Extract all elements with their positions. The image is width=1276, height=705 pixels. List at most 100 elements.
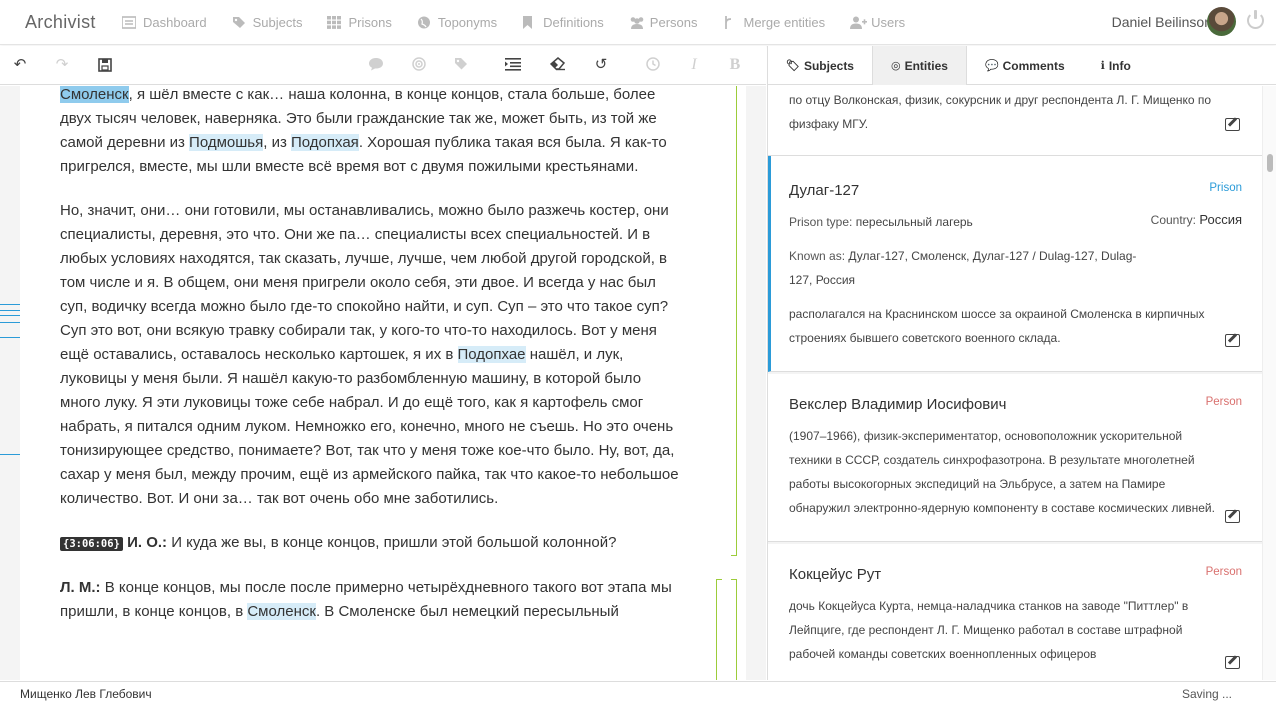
grid-icon — [327, 16, 342, 29]
nav-subjects-label: Subjects — [252, 15, 303, 30]
edit-icon[interactable] — [1225, 510, 1240, 523]
entity-card[interactable]: Кокцейус Рут Person дочь Кокцейуса Курта… — [768, 544, 1262, 680]
entity-mention[interactable]: Подопхая — [291, 134, 359, 151]
avatar[interactable] — [1207, 7, 1236, 36]
entity-mention[interactable]: Подопхае — [457, 346, 526, 363]
user-name[interactable]: Daniel Beilinson — [1112, 14, 1212, 30]
tab-label: Info — [1108, 58, 1131, 73]
target-icon[interactable] — [411, 57, 427, 73]
field-label: Known as: — [789, 249, 846, 263]
tag-icon[interactable] — [453, 57, 469, 73]
tab-label: Comments — [1002, 58, 1065, 73]
tab-label: Subjects — [803, 58, 854, 73]
nav-persons[interactable]: Persons — [629, 15, 698, 30]
brand-logo[interactable]: Archivist — [25, 12, 96, 33]
entity-card[interactable]: по отцу Волконская, физик, сокурсник и д… — [768, 86, 1262, 156]
transcript-text[interactable]: Смоленск, я шёл вместе с как… наша колон… — [60, 86, 685, 644]
paragraph[interactable]: Смоленск, я шёл вместе с как… наша колон… — [60, 86, 685, 179]
nav-dashboard-label: Dashboard — [143, 15, 207, 30]
scrollbar-thumb[interactable] — [1267, 154, 1273, 172]
nav-merge-entities-label: Merge entities — [743, 15, 826, 30]
nav-merge-entities[interactable]: Merge entities — [723, 15, 826, 30]
eraser-icon[interactable] — [549, 57, 566, 73]
subject-bracket[interactable] — [716, 579, 722, 680]
tag-icon: 🏷 — [786, 60, 800, 72]
country-field: Country: Россия — [1151, 208, 1242, 232]
entity-card[interactable]: Векслер Владимир Иосифович Person (1907–… — [768, 374, 1262, 542]
globe-icon — [417, 16, 431, 29]
entity-card[interactable]: Дулаг-127 Prison Prison type: пересыльны… — [768, 156, 1262, 372]
paragraph-text: И куда же вы, в конце концов, пришли это… — [167, 534, 617, 551]
edit-icon[interactable] — [1225, 118, 1240, 131]
entity-title: Векслер Владимир Иосифович — [789, 396, 1007, 413]
edit-icon[interactable] — [1225, 656, 1240, 669]
nav-toponyms[interactable]: Toponyms — [417, 15, 497, 30]
paragraph[interactable]: Л. М.: В конце концов, мы после после пр… — [60, 576, 685, 624]
bookmark-icon — [522, 16, 536, 29]
entity-description: (1907–1966), физик-экспериментатор, осно… — [789, 429, 1215, 515]
user-plus-icon — [850, 16, 868, 29]
tab-comments[interactable]: 💬 Comments — [967, 46, 1083, 85]
known-as: Known as: Дулаг-127, Смоленск, Дулаг-127… — [789, 244, 1149, 292]
entity-description: располагался на Краснинском шоссе за окр… — [789, 307, 1205, 345]
tab-entities[interactable]: ◎ Entities — [871, 46, 967, 85]
nav-definitions-label: Definitions — [543, 15, 604, 30]
paragraph-text: нашёл, и лук, луковицы у меня были. Я на… — [60, 346, 679, 507]
nav-toponyms-label: Toponyms — [437, 15, 498, 30]
field-label: Country: — [1150, 213, 1197, 227]
tags-icon — [232, 16, 246, 29]
revert-icon[interactable]: ↺ — [593, 57, 609, 73]
merge-icon — [723, 16, 737, 29]
right-panel: 🏷 Subjects ◎ Entities 💬 Comments ℹ Info по о… — [767, 46, 1276, 680]
tab-info[interactable]: ℹ Info — [1083, 46, 1149, 85]
nav-prisons-label: Prisons — [348, 15, 392, 30]
undo-icon[interactable]: ↶ — [12, 57, 28, 73]
field-label: Prison type: — [789, 215, 853, 229]
save-icon[interactable] — [97, 57, 113, 73]
paragraph-text: , из — [263, 134, 291, 151]
nav-users[interactable]: Users — [850, 15, 905, 30]
entity-description: по отцу Волконская, физик, сокурсник и д… — [789, 93, 1212, 131]
target-icon: ◎ — [890, 60, 901, 72]
entity-mention[interactable]: Подмошья — [189, 134, 264, 151]
comment-icon[interactable] — [368, 57, 384, 73]
gutter-marker[interactable] — [0, 304, 20, 338]
speaker-label: Л. М.: — [60, 579, 101, 596]
timestamp-badge[interactable]: {3:06:06} — [60, 537, 123, 551]
nav-persons-label: Persons — [649, 15, 698, 30]
gutter-marker[interactable] — [0, 454, 20, 455]
entity-title: Кокцейус Рут — [789, 566, 882, 583]
panel-tabs: 🏷 Subjects ◎ Entities 💬 Comments ℹ Info — [768, 46, 1276, 85]
tab-subjects[interactable]: 🏷 Subjects — [768, 46, 872, 85]
entity-mention[interactable]: Смоленск — [247, 603, 316, 620]
indent-icon[interactable] — [505, 57, 521, 73]
save-status: Saving ... — [1181, 687, 1232, 701]
redo-icon[interactable]: ↷ — [54, 57, 70, 73]
power-icon[interactable] — [1247, 10, 1264, 29]
status-bar: Мищенко Лев Глебович Saving ... — [0, 681, 1276, 705]
nav-subjects[interactable]: Subjects — [232, 15, 303, 30]
comment-icon: 💬 — [984, 60, 999, 72]
nav-dashboard[interactable]: Dashboard — [121, 15, 207, 30]
transcript-page[interactable]: Смоленск, я шёл вместе с как… наша колон… — [20, 86, 746, 680]
entity-description: дочь Кокцейуса Курта, немца-наладчика ст… — [789, 599, 1189, 661]
prison-type: Prison type: пересыльный лагерь — [789, 210, 1149, 234]
editor-area: Смоленск, я шёл вместе с как… наша колон… — [0, 86, 766, 680]
field-value: Россия — [1199, 212, 1242, 227]
info-icon: ℹ — [1100, 60, 1105, 72]
entity-mention[interactable]: Смоленск — [60, 86, 129, 103]
italic-icon[interactable]: I — [686, 57, 702, 73]
entity-type-badge: Prison — [1209, 182, 1242, 194]
subject-bracket[interactable] — [731, 579, 737, 680]
panel-scrollbar[interactable] — [1262, 86, 1276, 680]
paragraph[interactable]: Но, значит, они… они готовили, мы остана… — [60, 199, 685, 511]
nav-definitions[interactable]: Definitions — [522, 15, 604, 30]
paragraph[interactable]: {3:06:06} И. О.: И куда же вы, в конце к… — [60, 531, 685, 556]
clock-icon[interactable] — [645, 57, 661, 73]
bold-icon[interactable]: B — [727, 57, 743, 73]
nav-prisons[interactable]: Prisons — [327, 15, 392, 30]
paragraph-text: Но, значит, они… они готовили, мы остана… — [60, 202, 669, 363]
edit-icon[interactable] — [1225, 334, 1240, 347]
entity-type-badge: Person — [1205, 396, 1242, 408]
subject-bracket[interactable] — [731, 86, 737, 556]
